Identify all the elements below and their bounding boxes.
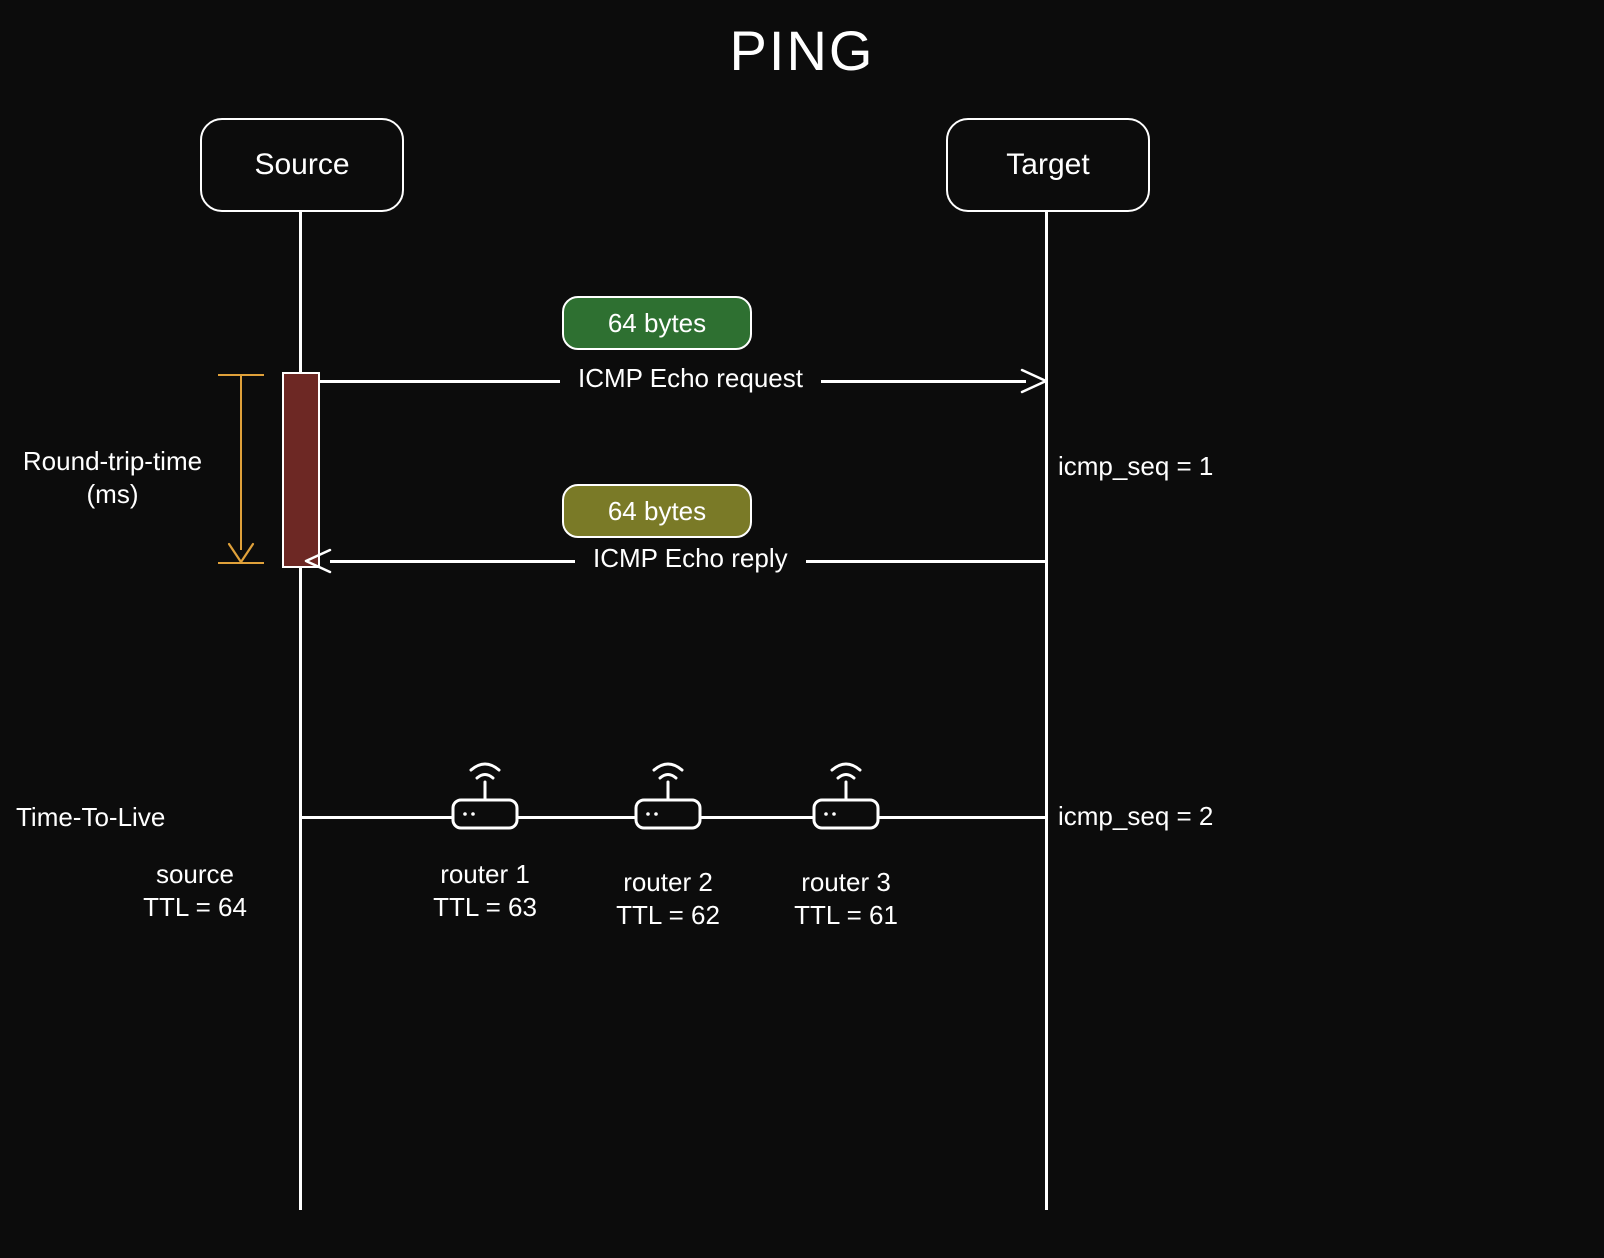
ttl-source-val: TTL = 64 [143, 892, 247, 922]
source-node-label: Source [254, 148, 349, 182]
ttl-r3-name: router 3 [801, 867, 891, 897]
ttl-source-name: source [156, 859, 234, 889]
rtt-label-line2: (ms) [87, 479, 139, 509]
target-node: Target [946, 118, 1150, 212]
request-bytes-text: 64 bytes [608, 308, 706, 339]
request-arrow-label: ICMP Echo request [560, 363, 821, 394]
ttl-r3-caption: router 3 TTL = 61 [781, 866, 911, 931]
reply-bytes-text: 64 bytes [608, 496, 706, 527]
ttl-r3-val: TTL = 61 [794, 900, 898, 930]
source-node: Source [200, 118, 404, 212]
target-lifeline [1045, 210, 1048, 1210]
diagram-canvas: PING Source Target Round-trip-time (ms) … [0, 0, 1604, 1258]
rtt-activation-bar [282, 372, 320, 568]
ttl-source-caption: source TTL = 64 [130, 858, 260, 923]
rtt-label-line1: Round-trip-time [23, 446, 202, 476]
ttl-r1-name: router 1 [440, 859, 530, 889]
router-3-icon [806, 756, 886, 834]
ttl-r1-caption: router 1 TTL = 63 [420, 858, 550, 923]
reply-arrow-label: ICMP Echo reply [575, 543, 806, 574]
ttl-r1-val: TTL = 63 [433, 892, 537, 922]
target-node-label: Target [1006, 148, 1089, 182]
ttl-r2-val: TTL = 62 [616, 900, 720, 930]
diagram-title: PING [0, 18, 1604, 83]
rtt-label: Round-trip-time (ms) [10, 445, 215, 510]
reply-bytes-pill: 64 bytes [562, 484, 752, 538]
ttl-r2-name: router 2 [623, 867, 713, 897]
seq2-label: icmp_seq = 2 [1058, 801, 1213, 832]
source-lifeline [299, 210, 302, 1210]
request-bytes-pill: 64 bytes [562, 296, 752, 350]
router-1-icon [445, 756, 525, 834]
ttl-r2-caption: router 2 TTL = 62 [603, 866, 733, 931]
seq1-label: icmp_seq = 1 [1058, 451, 1213, 482]
ttl-label: Time-To-Live [16, 801, 216, 834]
router-2-icon [628, 756, 708, 834]
rtt-bracket [218, 374, 264, 564]
request-arrow-head [1020, 366, 1050, 396]
reply-arrow-head [302, 546, 332, 576]
